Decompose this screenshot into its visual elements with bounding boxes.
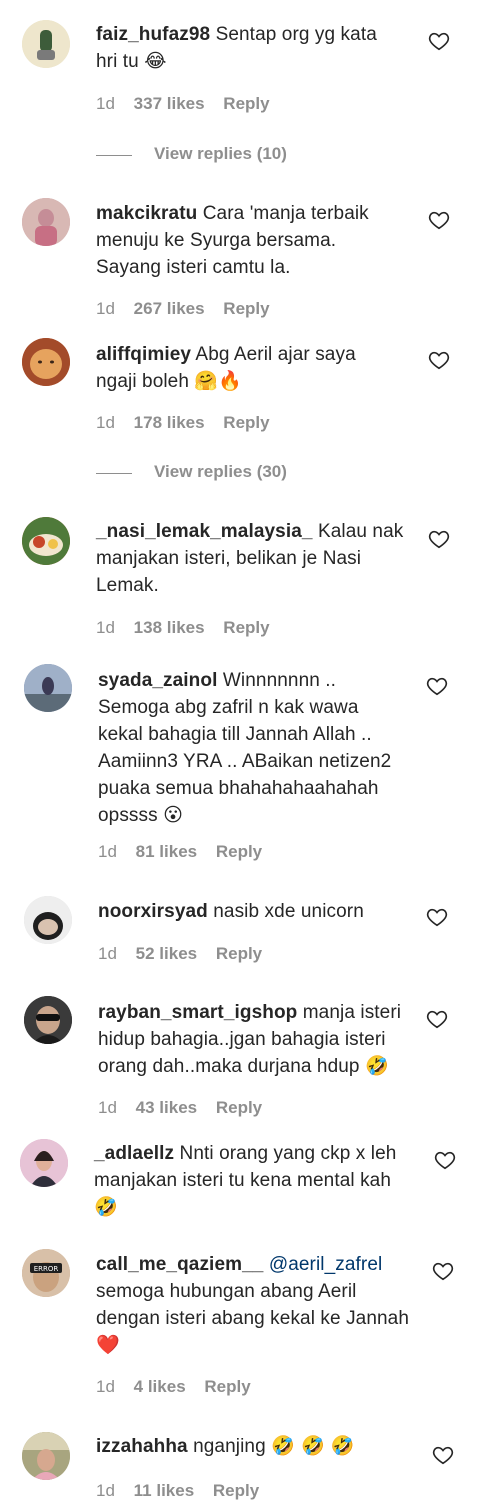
- comment-text: call_me_qaziem__ @aeril_zafrel semoga hu…: [96, 1251, 416, 1359]
- avatar[interactable]: [24, 896, 72, 944]
- avatar[interactable]: [22, 198, 70, 246]
- comment-likes[interactable]: 138 likes: [134, 618, 205, 637]
- comment-meta: 1d 11 likes Reply: [96, 1481, 273, 1501]
- comment-text: aliffqimiey Abg Aeril ajar saya ngaji bo…: [96, 341, 396, 395]
- comment-time: 1d: [98, 842, 117, 861]
- like-heart-icon[interactable]: [426, 906, 448, 928]
- comment-mention[interactable]: @aeril_zafrel: [269, 1254, 383, 1275]
- comment-username[interactable]: _nasi_lemak_malaysia_: [96, 521, 313, 542]
- reply-button[interactable]: Reply: [223, 94, 269, 113]
- comment-time: 1d: [96, 413, 115, 432]
- comment-likes[interactable]: 178 likes: [134, 413, 205, 432]
- view-replies-toggle[interactable]: View replies (10): [0, 144, 483, 168]
- comment-emoji: 😂: [144, 50, 167, 72]
- comment-likes[interactable]: 11 likes: [134, 1481, 195, 1500]
- comment-meta: 1d 4 likes Reply: [96, 1377, 265, 1397]
- comment-emoji: 🤣 🤣 🤣: [271, 1435, 355, 1457]
- like-heart-icon[interactable]: [428, 528, 450, 550]
- comment-time: 1d: [96, 299, 115, 318]
- reply-button[interactable]: Reply: [216, 944, 262, 963]
- comment-text: _nasi_lemak_malaysia_ Kalau nak manjakan…: [96, 518, 406, 599]
- comment-text: makcikratu Cara 'manja terbaik menuju ke…: [96, 200, 406, 281]
- comment-body: nganjing: [193, 1436, 266, 1457]
- comment-username[interactable]: noorxirsyad: [98, 901, 208, 922]
- comment-username[interactable]: makcikratu: [96, 203, 197, 224]
- comment-text: izzahahha nganjing 🤣 🤣 🤣: [96, 1433, 416, 1460]
- reply-button[interactable]: Reply: [223, 299, 269, 318]
- comment-meta: 1d 43 likes Reply: [98, 1098, 276, 1118]
- avatar[interactable]: [24, 996, 72, 1044]
- comment-emoji: ❤️: [96, 1334, 120, 1356]
- comment-text: noorxirsyad nasib xde unicorn: [98, 898, 408, 925]
- comment-body: Winnnnnnn .. Semoga abg zafril n kak waw…: [98, 670, 392, 826]
- comment-emoji: 🤣: [94, 1196, 118, 1218]
- like-heart-icon[interactable]: [426, 1008, 448, 1030]
- reply-button[interactable]: Reply: [204, 1377, 250, 1396]
- like-heart-icon[interactable]: [428, 209, 450, 231]
- comment-likes[interactable]: 337 likes: [134, 94, 205, 113]
- avatar[interactable]: [24, 664, 72, 712]
- reply-button[interactable]: Reply: [223, 413, 269, 432]
- comment-username[interactable]: izzahahha: [96, 1436, 188, 1457]
- comment-emoji: 🤣: [365, 1055, 389, 1077]
- comment-likes[interactable]: 267 likes: [134, 299, 205, 318]
- comment-likes[interactable]: 52 likes: [136, 944, 197, 963]
- comment-username[interactable]: _adlaellz: [94, 1143, 174, 1164]
- comment-username[interactable]: faiz_hufaz98: [96, 24, 210, 45]
- reply-button[interactable]: Reply: [223, 618, 269, 637]
- svg-text:ERROR: ERROR: [34, 1265, 59, 1273]
- comment-meta: 1d 178 likes Reply: [96, 413, 284, 433]
- comment-body: semoga hubungan abang Aeril dengan ister…: [96, 1281, 410, 1329]
- comment-emoji: 😮: [163, 804, 184, 826]
- comment-meta: 1d 81 likes Reply: [98, 842, 276, 862]
- replies-divider-line: [96, 155, 132, 156]
- comment-time: 1d: [96, 1377, 115, 1396]
- like-heart-icon[interactable]: [432, 1260, 454, 1282]
- avatar[interactable]: [22, 1432, 70, 1480]
- comment-body: nasib xde unicorn: [213, 901, 364, 922]
- comment-text: syada_zainol Winnnnnnn .. Semoga abg zaf…: [98, 667, 408, 829]
- view-replies-label[interactable]: View replies (10): [154, 144, 287, 164]
- comment-time: 1d: [96, 618, 115, 637]
- comment-time: 1d: [98, 944, 117, 963]
- comment-meta: 1d 267 likes Reply: [96, 299, 284, 319]
- comment-likes[interactable]: 81 likes: [136, 842, 197, 861]
- like-heart-icon[interactable]: [432, 1444, 454, 1466]
- avatar[interactable]: [22, 20, 70, 68]
- comment-text: _adlaellz Nnti orang yang ckp x leh manj…: [94, 1140, 404, 1221]
- comment-likes[interactable]: 4 likes: [134, 1377, 186, 1396]
- comment-meta: 1d 138 likes Reply: [96, 618, 284, 638]
- reply-button[interactable]: Reply: [213, 1481, 259, 1500]
- replies-divider-line: [96, 473, 132, 474]
- comment-meta: 1d 337 likes Reply: [96, 94, 284, 114]
- avatar[interactable]: ERROR: [22, 1249, 70, 1297]
- avatar[interactable]: [22, 338, 70, 386]
- comment-meta: 1d 52 likes Reply: [98, 944, 276, 964]
- comment-time: 1d: [98, 1098, 117, 1117]
- like-heart-icon[interactable]: [426, 675, 448, 697]
- avatar[interactable]: [20, 1139, 68, 1187]
- comment-time: 1d: [96, 1481, 115, 1500]
- comment-username[interactable]: aliffqimiey: [96, 344, 191, 365]
- comment-text: faiz_hufaz98 Sentap org yg kata hri tu 😂: [96, 21, 396, 75]
- comment-time: 1d: [96, 94, 115, 113]
- like-heart-icon[interactable]: [428, 30, 450, 52]
- comment-username[interactable]: rayban_smart_igshop: [98, 1002, 297, 1023]
- avatar[interactable]: [22, 517, 70, 565]
- comment-username[interactable]: call_me_qaziem__: [96, 1254, 263, 1275]
- like-heart-icon[interactable]: [434, 1149, 456, 1171]
- comment-emoji: 🤗🔥: [194, 370, 242, 392]
- reply-button[interactable]: Reply: [216, 1098, 262, 1117]
- reply-button[interactable]: Reply: [216, 842, 262, 861]
- comment-username[interactable]: syada_zainol: [98, 670, 217, 691]
- comment-text: rayban_smart_igshop manja isteri hidup b…: [98, 999, 408, 1080]
- view-replies-label[interactable]: View replies (30): [154, 462, 287, 482]
- comment-likes[interactable]: 43 likes: [136, 1098, 197, 1117]
- view-replies-toggle[interactable]: View replies (30): [0, 462, 483, 486]
- like-heart-icon[interactable]: [428, 349, 450, 371]
